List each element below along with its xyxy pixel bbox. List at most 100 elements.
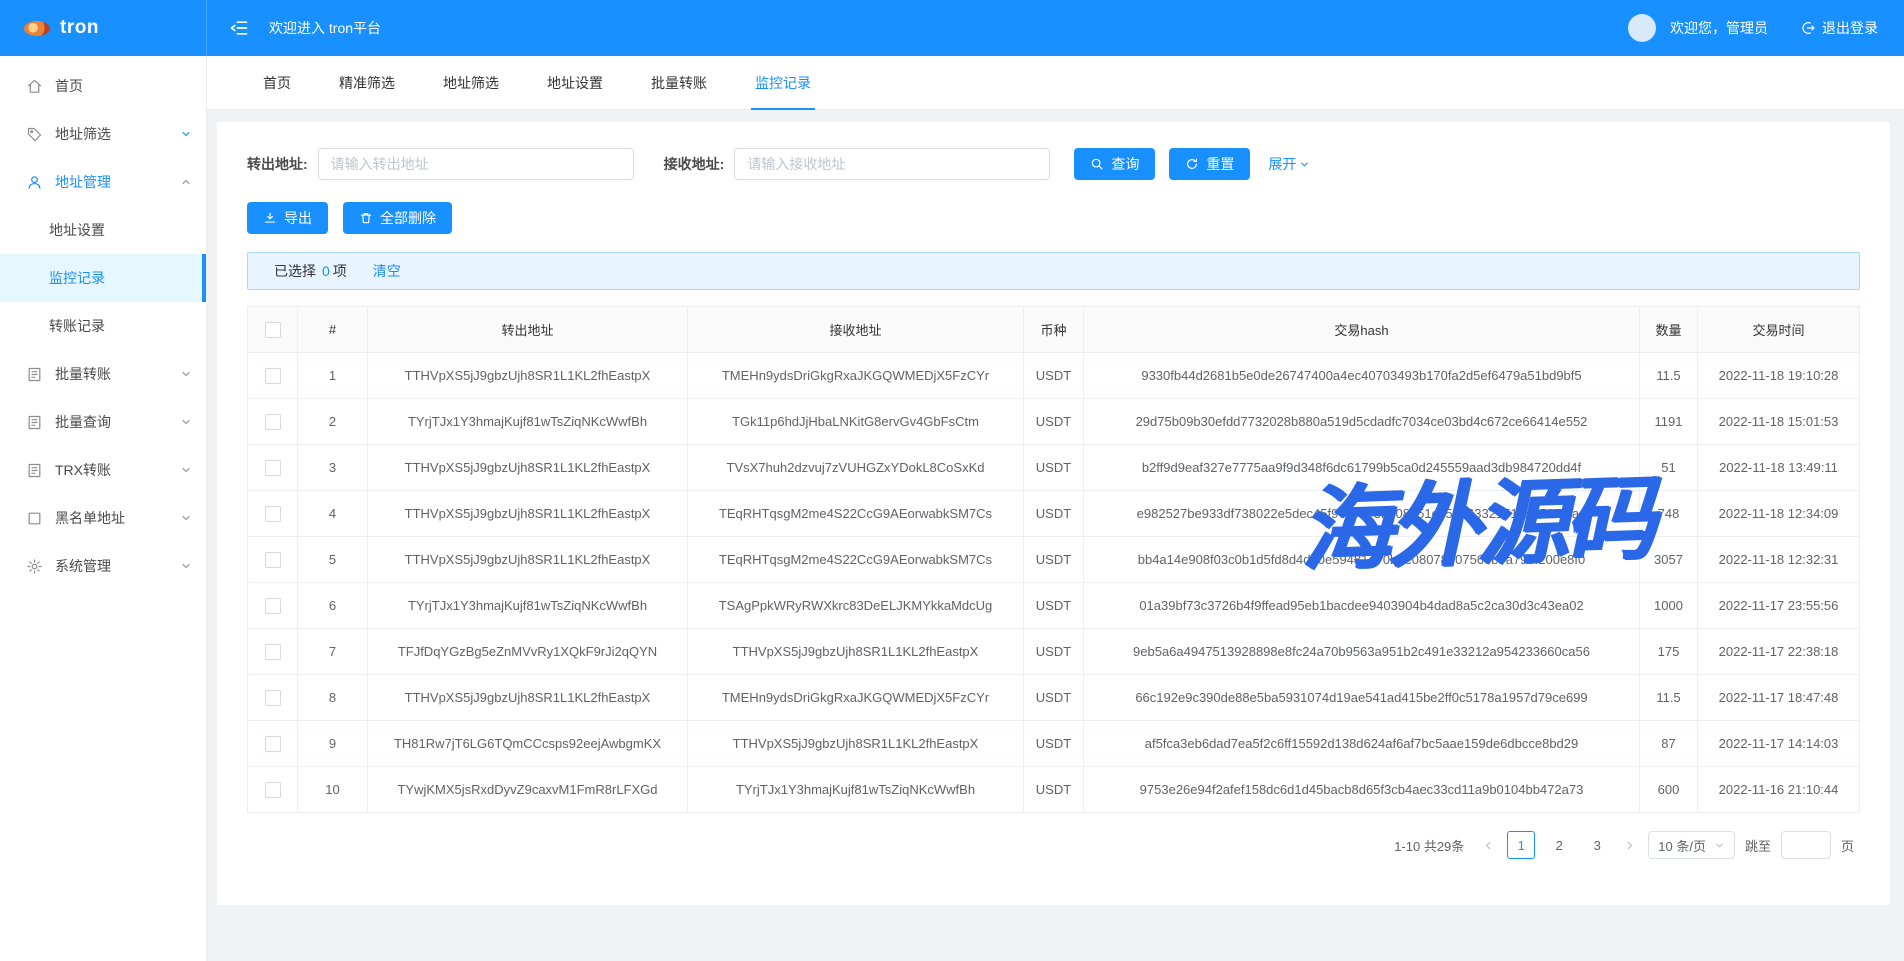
tab-monitor-records[interactable]: 监控记录 [731, 56, 835, 109]
prev-page-button[interactable] [1480, 839, 1497, 852]
row-to-address: TMEHn9ydsDriGkgRxaJKGQWMEDjX5FzCYr [688, 675, 1024, 721]
welcome-text: 欢迎进入 tron平台 [269, 18, 381, 38]
tab-address-settings[interactable]: 地址设置 [523, 56, 627, 109]
sidebar-item-transfer-records[interactable]: 转账记录 [0, 302, 206, 350]
delete-all-button-label: 全部删除 [380, 208, 436, 228]
page-button-3[interactable]: 3 [1583, 831, 1611, 859]
tab-address-filter[interactable]: 地址筛选 [419, 56, 523, 109]
search-button[interactable]: 查询 [1074, 148, 1155, 180]
row-coin: USDT [1024, 537, 1084, 583]
sidebar-item-batch-query[interactable]: 批量查询 [0, 398, 206, 446]
row-to-address: TGk11p6hdJjHbaLNKitG8ervGv4GbFsCtm [688, 399, 1024, 445]
page-unit-label: 页 [1841, 836, 1854, 855]
row-time: 2022-11-18 12:34:09 [1698, 491, 1860, 537]
row-checkbox[interactable] [265, 506, 281, 522]
sidebar-item-label: 地址设置 [49, 220, 105, 240]
user-greeting: 欢迎您，管理员 [1670, 18, 1768, 38]
chevron-down-icon [1299, 159, 1310, 170]
row-checkbox[interactable] [265, 598, 281, 614]
chevron-up-icon [180, 176, 192, 188]
page-button-1[interactable]: 1 [1507, 831, 1535, 859]
table-row: 9 TH81Rw7jT6LG6TQmCCcsps92eejAwbgmKX TTH… [248, 721, 1860, 767]
trash-icon [359, 211, 373, 225]
tag-icon [26, 126, 43, 143]
row-hash: 01a39bf73c3726b4f9ffead95eb1bacdee940390… [1084, 583, 1640, 629]
row-checkbox[interactable] [265, 782, 281, 798]
tab-batch-transfer[interactable]: 批量转账 [627, 56, 731, 109]
page-button-2[interactable]: 2 [1545, 831, 1573, 859]
row-checkbox[interactable] [265, 414, 281, 430]
to-address-input[interactable] [734, 148, 1050, 180]
sidebar-item-address-settings[interactable]: 地址设置 [0, 206, 206, 254]
logout-button[interactable]: 退出登录 [1800, 18, 1878, 38]
row-amount: 748 [1640, 491, 1698, 537]
sidebar-item-home[interactable]: 首页 [0, 62, 206, 110]
tab-precise-filter[interactable]: 精准筛选 [315, 56, 419, 109]
row-time: 2022-11-18 13:49:11 [1698, 445, 1860, 491]
next-page-button[interactable] [1621, 839, 1638, 852]
sidebar-item-trx-transfer[interactable]: TRX转账 [0, 446, 206, 494]
profile-icon [26, 414, 43, 431]
jump-page-input[interactable] [1781, 831, 1831, 859]
sidebar-item-address-filter[interactable]: 地址筛选 [0, 110, 206, 158]
row-to-address: TTHVpXS5jJ9gbzUjh8SR1L1KL2fhEastpX [688, 721, 1024, 767]
row-index: 4 [298, 491, 368, 537]
column-header-coin: 币种 [1024, 307, 1084, 353]
row-coin: USDT [1024, 491, 1084, 537]
row-coin: USDT [1024, 399, 1084, 445]
row-hash: 66c192e9c390de88e5ba5931074d19ae541ad415… [1084, 675, 1640, 721]
menu-fold-icon[interactable] [229, 18, 249, 38]
column-header-hash: 交易hash [1084, 307, 1640, 353]
row-coin: USDT [1024, 675, 1084, 721]
row-checkbox[interactable] [265, 460, 281, 476]
sidebar-item-system-management[interactable]: 系统管理 [0, 542, 206, 590]
row-checkbox[interactable] [265, 552, 281, 568]
sidebar-item-batch-transfer[interactable]: 批量转账 [0, 350, 206, 398]
records-table: # 转出地址 接收地址 币种 交易hash 数量 交易时间 1 TTHVpXS5… [247, 306, 1860, 813]
reset-button[interactable]: 重置 [1169, 148, 1250, 180]
select-all-checkbox[interactable] [265, 322, 281, 338]
download-icon [263, 211, 277, 225]
row-checkbox[interactable] [265, 368, 281, 384]
row-hash: 9330fb44d2681b5e0de26747400a4ec40703493b… [1084, 353, 1640, 399]
tab-home[interactable]: 首页 [239, 56, 315, 109]
row-to-address: TSAgPpkWRyRWXkrc83DeELJKMYkkaMdcUg [688, 583, 1024, 629]
export-button[interactable]: 导出 [247, 202, 328, 234]
sidebar-item-label: 批量转账 [55, 364, 111, 384]
avatar[interactable] [1628, 14, 1656, 42]
expand-toggle[interactable]: 展开 [1268, 154, 1310, 174]
profile-icon [26, 366, 43, 383]
logo-icon [24, 21, 50, 36]
row-time: 2022-11-18 15:01:53 [1698, 399, 1860, 445]
sidebar-item-label: 地址管理 [55, 172, 111, 192]
sidebar-item-address-management[interactable]: 地址管理 [0, 158, 206, 206]
row-checkbox[interactable] [265, 644, 281, 660]
row-checkbox[interactable] [265, 690, 281, 706]
column-header-index: # [298, 307, 368, 353]
row-time: 2022-11-17 23:55:56 [1698, 583, 1860, 629]
row-from-address: TYwjKMX5jsRxdDyvZ9caxvM1FmR8rLFXGd [368, 767, 688, 813]
row-from-address: TTHVpXS5jJ9gbzUjh8SR1L1KL2fhEastpX [368, 445, 688, 491]
row-from-address: TTHVpXS5jJ9gbzUjh8SR1L1KL2fhEastpX [368, 675, 688, 721]
row-time: 2022-11-18 12:32:31 [1698, 537, 1860, 583]
clear-selection-link[interactable]: 清空 [373, 261, 401, 281]
tab-label: 批量转账 [651, 73, 707, 93]
row-index: 1 [298, 353, 368, 399]
row-checkbox-cell [248, 583, 298, 629]
page-size-select[interactable]: 10 条/页 [1648, 831, 1735, 859]
row-time: 2022-11-17 14:14:03 [1698, 721, 1860, 767]
chevron-down-icon [180, 512, 192, 524]
tab-label: 地址筛选 [443, 73, 499, 93]
row-checkbox[interactable] [265, 736, 281, 752]
delete-all-button[interactable]: 全部删除 [343, 202, 452, 234]
sidebar-item-blacklist[interactable]: 黑名单地址 [0, 494, 206, 542]
table-row: 5 TTHVpXS5jJ9gbzUjh8SR1L1KL2fhEastpX TEq… [248, 537, 1860, 583]
gear-icon [26, 558, 43, 575]
selection-prefix: 已选择 [274, 261, 316, 281]
tab-label: 地址设置 [547, 73, 603, 93]
from-address-input[interactable] [318, 148, 634, 180]
sidebar-item-label: 批量查询 [55, 412, 111, 432]
sidebar-item-label: 黑名单地址 [55, 508, 125, 528]
sidebar-item-monitor-records[interactable]: 监控记录 [0, 254, 206, 302]
row-hash: 9753e26e94f2afef158dc6d1d45bacb8d65f3cb4… [1084, 767, 1640, 813]
